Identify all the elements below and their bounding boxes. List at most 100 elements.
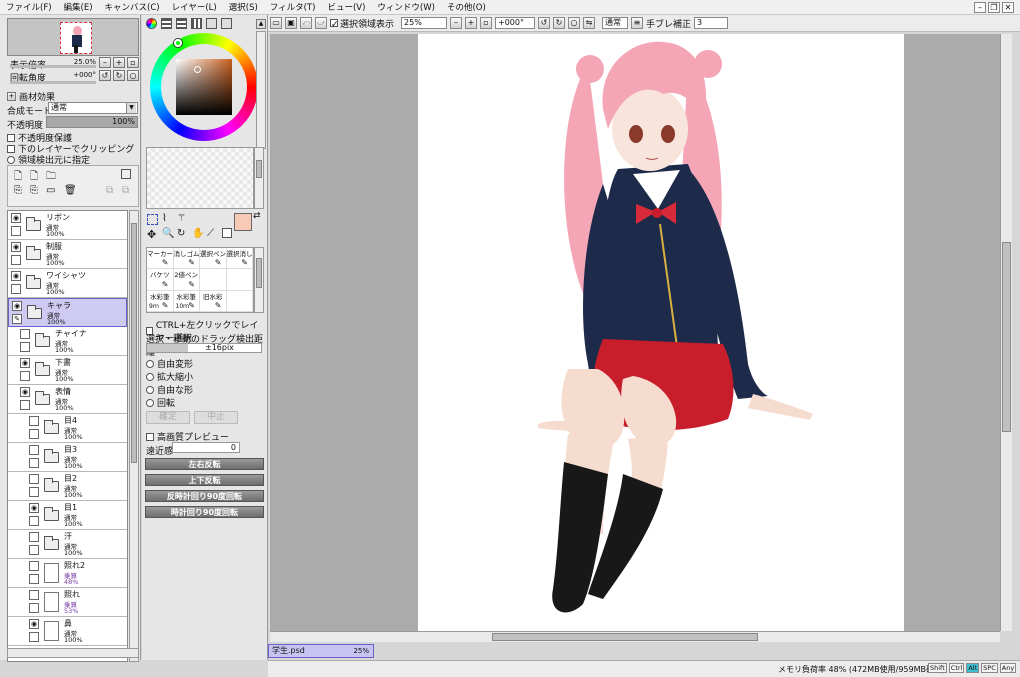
transform-rotate[interactable]: 回転 [146,396,175,409]
blend-field[interactable]: 通常 [602,17,629,29]
eye-hidden-icon[interactable] [29,561,39,571]
eye-hidden-icon[interactable] [29,532,39,542]
eye-icon[interactable]: ◉ [20,387,30,397]
hsv-slider-icon[interactable] [176,18,187,29]
checkbox-checked-icon[interactable]: ✓ [330,19,339,30]
flip-horizontal-button[interactable]: 左右反転 [145,458,264,470]
confirm-button[interactable]: 確定 [146,411,190,424]
trash-icon[interactable]: 🗑 [64,185,77,196]
transparent-color-icon[interactable] [222,228,232,238]
lock-icon[interactable] [11,284,21,294]
scratchpad-icon[interactable] [221,18,232,29]
color-wheel-icon[interactable] [146,18,157,29]
eye-hidden-icon[interactable] [29,590,39,600]
swatch-icon[interactable] [206,18,217,29]
layer-list-hscrollbar[interactable] [7,648,139,658]
canvas-area[interactable] [270,34,1000,631]
flip-view-button[interactable]: ⇋ [583,17,596,29]
menu-filter[interactable]: フィルタ(T) [264,1,322,13]
menu-selection[interactable]: 選択(S) [223,1,264,13]
layer-row[interactable]: 照れ2 乗算 48% [8,559,127,588]
transform-free[interactable]: 自由変形 [146,357,193,370]
panel-scroll-up[interactable]: ▲ [256,19,266,29]
menu-file[interactable]: ファイル(F) [0,1,58,13]
zoom-tool-icon[interactable]: 🔍 [162,228,174,239]
opacity-slider[interactable]: 100% [46,116,138,128]
blend-mode-select[interactable]: 通常 ▼ [48,102,138,114]
eye-hidden-icon[interactable] [29,416,39,426]
lock-icon[interactable] [29,632,39,642]
eye-icon[interactable]: ◉ [20,358,30,368]
expand-icon[interactable]: + [7,92,16,101]
stabilizer-field[interactable]: 3 [694,17,729,29]
merge-visible-icon[interactable]: ⧉ [106,185,113,196]
rotate-reset-tb-button[interactable]: ○ [568,17,581,29]
primary-color-swatch[interactable] [234,213,252,231]
menu-view[interactable]: ビュー(V) [321,1,371,13]
zoom-slider[interactable] [10,65,96,68]
zoom-reset-button[interactable]: ▫ [127,57,139,68]
move-icon[interactable]: ✥ [147,228,156,241]
lock-icon[interactable] [29,458,39,468]
close-button[interactable]: ✕ [1002,2,1014,13]
layer-row[interactable]: 目4 通常 100% [8,414,127,443]
show-selection-option[interactable]: ✓ 選択領域表示 [330,17,394,30]
perspective-slider[interactable]: 0 [172,442,240,453]
zoom-out-button[interactable]: – [99,57,111,68]
brush-slot[interactable] [200,269,227,291]
lock-icon[interactable] [11,255,21,265]
zoom-in-tb-button[interactable]: + [465,17,478,29]
rotate-left-button[interactable]: ↺ [99,70,111,81]
redo-button[interactable]: ⤻ [315,17,327,29]
menu-edit[interactable]: 編集(E) [58,1,99,13]
menu-canvas[interactable]: キャンバス(C) [99,1,166,13]
brush-slot[interactable]: マーカー ✎ [147,248,174,270]
navigator-preview[interactable] [7,18,139,56]
eye-icon[interactable]: ◉ [11,242,21,252]
new-linework-icon[interactable]: 🗋 [30,169,38,186]
eye-hidden-icon[interactable] [29,445,39,455]
lasso-icon[interactable]: ⌇ [162,213,167,224]
brush-slot[interactable]: 2値ペン ✎ [173,269,200,291]
layer-row[interactable]: 目3 通常 100% [8,443,127,472]
restore-button[interactable]: ❐ [988,2,1000,13]
new-folder-icon[interactable]: 🗀 [46,169,56,186]
drag-distance-slider[interactable]: ±16pix [146,343,262,353]
radio-icon[interactable] [7,155,15,164]
brush-slot[interactable]: 選択消し ✎ [226,248,253,270]
lock-icon[interactable] [20,400,30,410]
scratchpad-scrollbar[interactable] [254,147,264,209]
magic-wand-icon[interactable]: ⚚ [177,213,186,224]
layer-row[interactable]: 汗通常 100% [8,530,127,559]
brush-slot[interactable]: 水彩筆 10ｍ ✎ [173,290,200,312]
radio-icon[interactable] [146,359,154,368]
rotate-ccw-button[interactable]: 反時計回り90度回転 [145,490,264,502]
layer-list-scrollbar[interactable] [129,210,139,662]
transfer-icon[interactable] [121,169,131,179]
zoom-out-tb-button[interactable]: – [450,17,463,29]
brush-slot[interactable]: バケツ ✎ [147,269,174,291]
canvas-paper[interactable] [418,34,904,631]
rotate-right-tb-button[interactable]: ↻ [553,17,566,29]
navigator-viewport[interactable] [60,22,92,54]
hue-ring[interactable] [150,33,258,141]
layer-row[interactable]: ◉ 鼻通常 100% [8,617,127,646]
brush-slot[interactable]: 選択ペン ✎ [200,248,227,270]
radio-icon[interactable] [146,372,154,381]
deselect-button[interactable]: ▭ [270,17,282,29]
flip-vertical-button[interactable]: 上下反転 [145,474,264,486]
eye-hidden-icon[interactable] [29,474,39,484]
zoom-in-button[interactable]: + [113,57,125,68]
layer-row[interactable]: ◉ 目1 通常 100% [8,501,127,530]
canvas-vscrollbar[interactable] [1000,34,1012,631]
lock-icon[interactable] [29,516,39,526]
zoom-field[interactable]: 25% [401,17,448,29]
palette-icon[interactable] [191,18,202,29]
checkbox-icon[interactable] [146,432,154,441]
hue-cursor[interactable] [174,39,182,47]
undo-button[interactable]: ⤺ [300,17,312,29]
eye-icon[interactable]: ◉ [29,619,39,629]
rotate-slider[interactable] [10,81,96,84]
eye-icon[interactable]: ◉ [11,213,21,223]
layer-row[interactable]: ◉ ✎ キャラ 通常 100% [8,298,127,327]
